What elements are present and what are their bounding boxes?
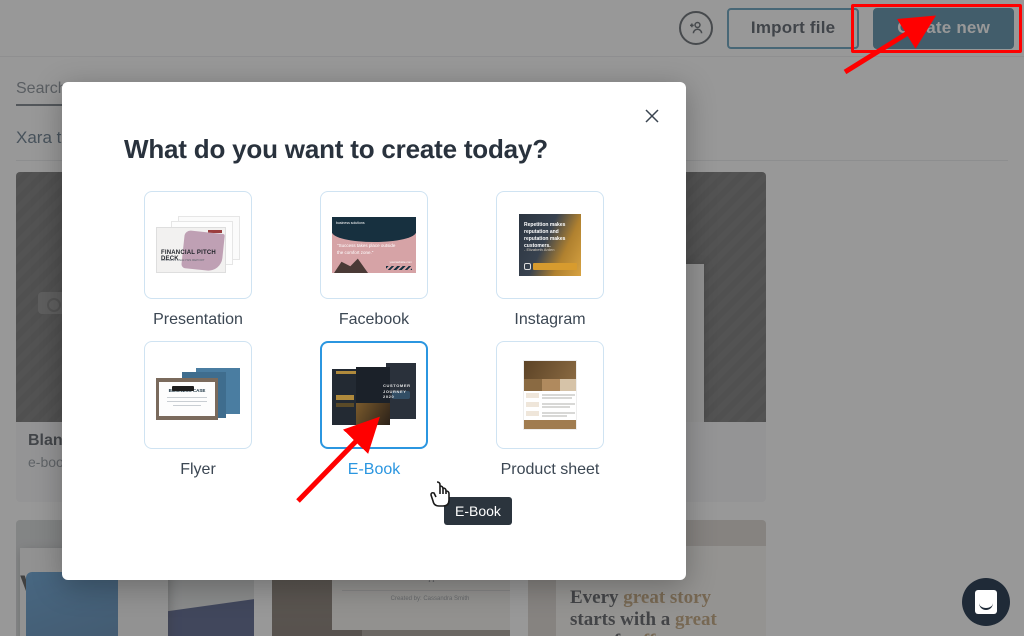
sheet-footer bbox=[524, 420, 577, 429]
option-instagram[interactable]: Repetition makes reputation and reputati… bbox=[479, 191, 622, 329]
text-line bbox=[542, 403, 575, 405]
option-thumb-box[interactable] bbox=[496, 341, 604, 449]
brand-icon bbox=[524, 263, 531, 270]
text-line bbox=[167, 401, 207, 402]
ebook-title: CUSTOMER JOURNEY 2020 bbox=[383, 383, 409, 400]
option-flyer[interactable]: BUSINESS CASE Flyer bbox=[127, 341, 270, 479]
signature-text: yourwebsite.com bbox=[389, 260, 412, 264]
option-label: E-Book bbox=[348, 461, 400, 479]
facebook-thumbnail: business solutions "Success takes place … bbox=[332, 217, 416, 273]
text-line bbox=[542, 394, 575, 396]
cta-button-shape bbox=[533, 263, 577, 270]
row-label bbox=[526, 402, 539, 407]
clipboard-clip bbox=[172, 386, 194, 391]
option-thumb-box[interactable]: business solutions "Success takes place … bbox=[320, 191, 428, 299]
band-cell bbox=[560, 379, 577, 391]
eyebrow-text: business solutions bbox=[336, 221, 365, 225]
close-icon[interactable] bbox=[638, 102, 666, 130]
mountain-shape bbox=[334, 257, 368, 273]
product-sheet-thumbnail bbox=[523, 360, 577, 430]
row-label bbox=[526, 393, 539, 398]
option-thumb-box[interactable]: FINANCIAL PITCH DECK BUSINESS ANALYSIS R… bbox=[144, 191, 252, 299]
option-thumb-box-selected[interactable]: CUSTOMER JOURNEY 2020 bbox=[320, 341, 428, 449]
option-label: Instagram bbox=[514, 311, 585, 329]
ebook-cover-photo bbox=[356, 403, 390, 425]
creation-options-grid: FINANCIAL PITCH DECK BUSINESS ANALYSIS R… bbox=[100, 191, 648, 479]
mouse-cursor bbox=[430, 480, 456, 515]
ebook-thumbnail: CUSTOMER JOURNEY 2020 bbox=[332, 363, 416, 427]
option-thumb-box[interactable]: BUSINESS CASE bbox=[144, 341, 252, 449]
page-title: What do you want to create today? bbox=[124, 134, 648, 165]
text-line bbox=[542, 397, 572, 399]
wave-shape bbox=[332, 230, 416, 242]
feature-band bbox=[524, 379, 577, 391]
option-label: Facebook bbox=[339, 311, 409, 329]
band-cell bbox=[524, 379, 542, 391]
zigzag-decoration bbox=[386, 266, 412, 270]
text-line bbox=[542, 412, 575, 414]
accent-block bbox=[336, 395, 354, 400]
quote-text: "Success takes place outside the comfort… bbox=[337, 243, 397, 257]
option-thumb-box[interactable]: Repetition makes reputation and reputati… bbox=[496, 191, 604, 299]
option-product-sheet[interactable]: Product sheet bbox=[479, 341, 622, 479]
option-ebook[interactable]: CUSTOMER JOURNEY 2020 E-Book bbox=[303, 341, 446, 479]
text-line bbox=[167, 397, 207, 398]
option-label: Product sheet bbox=[501, 461, 600, 479]
option-label: Flyer bbox=[180, 461, 216, 479]
chat-bubble-icon bbox=[975, 590, 997, 614]
option-label: Presentation bbox=[153, 311, 243, 329]
text-line bbox=[542, 406, 570, 408]
text-line bbox=[542, 415, 567, 417]
accent-bar bbox=[336, 371, 356, 374]
instagram-thumbnail: Repetition makes reputation and reputati… bbox=[519, 214, 581, 276]
text-line bbox=[173, 405, 201, 406]
presentation-thumbnail: FINANCIAL PITCH DECK BUSINESS ANALYSIS R… bbox=[156, 214, 240, 276]
quote-text: Repetition makes reputation and reputati… bbox=[524, 222, 570, 250]
app-root: Import file Create new Search... Xara te… bbox=[0, 0, 1024, 636]
flyer-thumbnail: BUSINESS CASE bbox=[156, 364, 240, 426]
option-facebook[interactable]: business solutions "Success takes place … bbox=[303, 191, 446, 329]
flyer-front-panel: BUSINESS CASE bbox=[156, 378, 218, 420]
slide-subtitle: BUSINESS ANALYSIS REPORT bbox=[161, 258, 205, 262]
hero-photo bbox=[524, 361, 577, 379]
create-new-modal: What do you want to create today? FINANC… bbox=[62, 82, 686, 580]
slide-front: FINANCIAL PITCH DECK BUSINESS ANALYSIS R… bbox=[156, 227, 226, 273]
option-presentation[interactable]: FINANCIAL PITCH DECK BUSINESS ANALYSIS R… bbox=[127, 191, 270, 329]
accent-block bbox=[336, 403, 354, 407]
sheet-body bbox=[524, 391, 577, 421]
author-text: - Elizabeth Arden bbox=[524, 247, 554, 252]
row-label bbox=[526, 411, 539, 416]
chat-widget-button[interactable] bbox=[962, 578, 1010, 626]
band-cell bbox=[542, 379, 560, 391]
